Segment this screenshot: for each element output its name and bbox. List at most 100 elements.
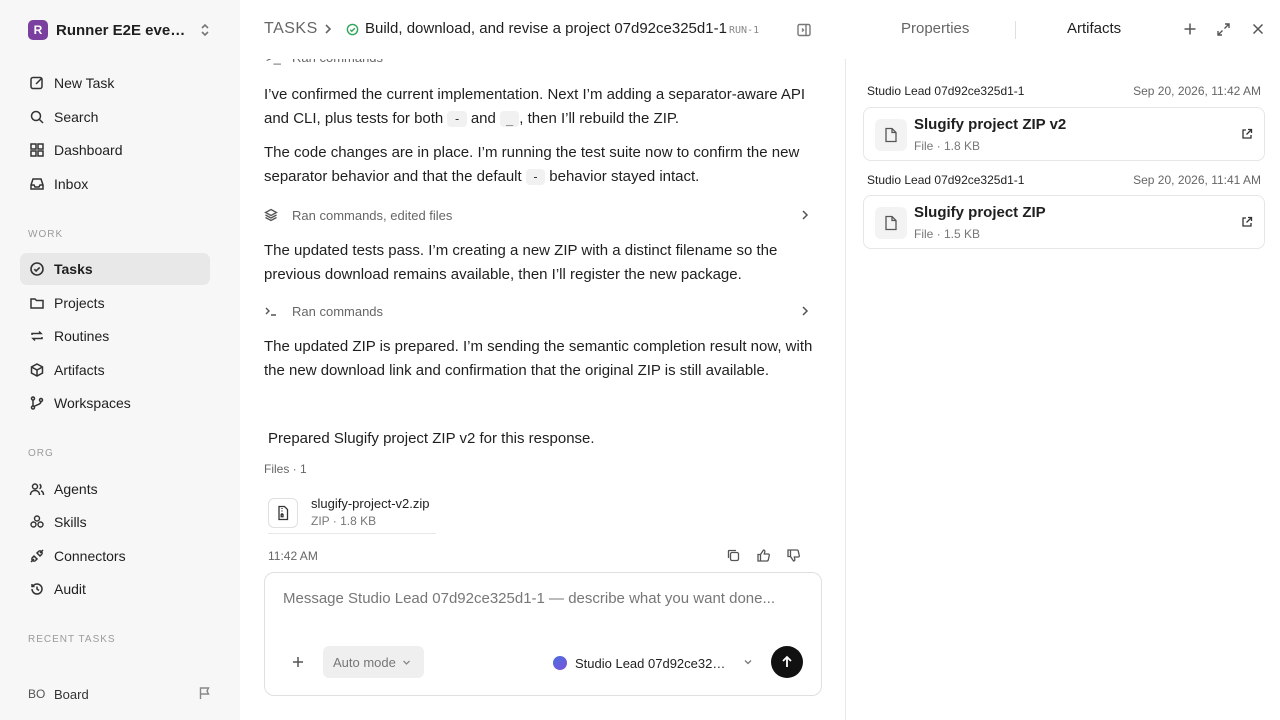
workspace-switcher[interactable]: R Runner E2E everything <box>28 19 212 41</box>
nav-label: Projects <box>54 295 105 311</box>
chevron-down-icon <box>743 657 753 667</box>
message-composer: Auto mode Studio Lead 07d92ce325d1-1 <box>264 572 822 696</box>
nav-label: New Task <box>54 75 115 91</box>
message-text: behavior stayed intact. <box>545 168 700 185</box>
plus-icon[interactable] <box>1183 22 1197 36</box>
artifact-name: Slugify project ZIP <box>914 204 1046 221</box>
artifact-header: Studio Lead 07d92ce325d1-1 Sep 20, 2026,… <box>867 84 1261 100</box>
workspace-name: Runner E2E everything <box>56 21 186 39</box>
terminal-icon <box>264 304 280 318</box>
chevron-up-down-icon <box>198 22 212 38</box>
inline-code: - <box>447 111 467 127</box>
artifact-date: Sep 20, 2026, 11:42 AM <box>1133 84 1261 98</box>
nav-connectors[interactable]: Connectors <box>20 540 210 572</box>
nav-label: Artifacts <box>54 362 105 378</box>
external-link-icon[interactable] <box>1241 128 1253 140</box>
check-circle-icon <box>346 23 359 36</box>
chevron-right-icon <box>323 22 333 36</box>
panel-toggle-icon[interactable] <box>796 22 812 38</box>
artifact-card[interactable]: Slugify project ZIP v2 File · 1.8 KB <box>863 107 1265 161</box>
nav-routines[interactable]: Routines <box>20 320 210 352</box>
plus-icon[interactable] <box>291 655 305 669</box>
thumbs-up-icon[interactable] <box>756 548 771 563</box>
file-icon <box>875 119 907 151</box>
task-main: TASKS Build, download, and revise a proj… <box>240 0 846 720</box>
agent-message: The updated ZIP is prepared. I’m sending… <box>264 338 813 379</box>
message-text: , then I’ll rebuild the ZIP. <box>519 110 680 127</box>
nav-artifacts[interactable]: Artifacts <box>20 354 210 386</box>
artifact-author: Studio Lead 07d92ce325d1-1 <box>867 84 1025 98</box>
message-timestamp: 11:42 AM <box>268 549 318 563</box>
nav-dashboard[interactable]: Dashboard <box>20 134 210 166</box>
artifact-author: Studio Lead 07d92ce325d1-1 <box>867 173 1025 187</box>
nav-search[interactable]: Search <box>20 101 210 133</box>
artifact-date: Sep 20, 2026, 11:41 AM <box>1133 173 1261 187</box>
nav-inbox[interactable]: Inbox <box>20 168 210 200</box>
layers-icon <box>264 208 280 222</box>
agent-selector[interactable]: Studio Lead 07d92ce325d1-1 <box>553 653 753 673</box>
tab-artifacts[interactable]: Artifacts <box>1067 20 1121 37</box>
nav-skills[interactable]: Skills <box>20 506 210 538</box>
inbox-icon <box>28 175 46 193</box>
nav-workspaces[interactable]: Workspaces <box>20 387 210 419</box>
nav-label: Routines <box>54 328 110 344</box>
tool-call-row[interactable]: Ran commands, edited files <box>264 205 810 225</box>
artifact-meta: File · 1.5 KB <box>914 227 981 241</box>
expand-icon[interactable] <box>1216 22 1231 37</box>
file-attachment[interactable]: slugify-project-v2.zip ZIP · 1.8 KB <box>268 492 436 534</box>
sidebar: R Runner E2E everything New Task Search … <box>0 0 240 720</box>
tool-call-row[interactable]: Ran commands <box>264 301 810 321</box>
copy-icon[interactable] <box>726 548 741 563</box>
tab-divider <box>1015 21 1016 39</box>
agent-message: The updated tests pass. I’m creating a n… <box>264 242 778 283</box>
chevron-right-icon <box>800 305 810 317</box>
section-label-org: ORG <box>28 448 54 459</box>
artifact-header: Studio Lead 07d92ce325d1-1 Sep 20, 2026,… <box>867 173 1261 189</box>
nav-label: Skills <box>54 514 87 530</box>
task-header: TASKS Build, download, and revise a proj… <box>240 0 846 59</box>
agent-name: Studio Lead 07d92ce325d1-1 <box>575 655 731 671</box>
check-circle-icon <box>28 260 46 278</box>
nav-new-task[interactable]: New Task <box>20 67 210 99</box>
plug-icon <box>28 547 46 565</box>
thumbs-down-icon[interactable] <box>786 548 801 563</box>
board-selector[interactable]: BO Board <box>28 684 212 704</box>
message-input[interactable] <box>283 590 803 607</box>
history-icon <box>28 580 46 598</box>
tab-properties[interactable]: Properties <box>901 20 969 37</box>
skills-icon <box>28 513 46 531</box>
mode-selector[interactable]: Auto mode <box>323 646 424 678</box>
board-label: Board <box>54 686 89 702</box>
workspace-logo: R <box>28 20 48 40</box>
flag-icon[interactable] <box>198 686 212 700</box>
nav-tasks[interactable]: Tasks <box>20 253 210 285</box>
repeat-icon <box>28 327 46 345</box>
send-button[interactable] <box>771 646 803 678</box>
external-link-icon[interactable] <box>1241 216 1253 228</box>
branch-icon <box>28 394 46 412</box>
nav-audit[interactable]: Audit <box>20 573 210 605</box>
breadcrumb-tasks[interactable]: TASKS <box>264 20 318 38</box>
tool-call-label: Ran commands, edited files <box>292 207 453 223</box>
dashboard-icon <box>28 141 46 159</box>
inline-code: - <box>525 169 546 185</box>
run-badge: RUN-1 <box>729 25 760 36</box>
agent-message: The code changes are in place. I’m runni… <box>264 141 814 189</box>
nav-label: Audit <box>54 581 86 597</box>
inline-code: _ <box>500 111 520 127</box>
nav-projects[interactable]: Projects <box>20 287 210 319</box>
section-label-work: WORK <box>28 229 64 240</box>
close-icon[interactable] <box>1251 22 1265 36</box>
nav-label: Workspaces <box>54 395 131 411</box>
artifact-card[interactable]: Slugify project ZIP File · 1.5 KB <box>863 195 1265 249</box>
compose-icon <box>28 74 46 92</box>
mode-label: Auto mode <box>333 654 396 670</box>
file-meta: ZIP · 1.8 KB <box>311 514 377 528</box>
board-initials: BO <box>28 687 46 701</box>
agent-message: I’ve confirmed the current implementatio… <box>264 83 814 131</box>
nav-agents[interactable]: Agents <box>20 473 210 505</box>
zip-file-icon <box>268 497 298 528</box>
nav-label: Inbox <box>54 176 89 192</box>
nav-label: Connectors <box>54 548 126 564</box>
file-name: slugify-project-v2.zip <box>311 496 430 511</box>
